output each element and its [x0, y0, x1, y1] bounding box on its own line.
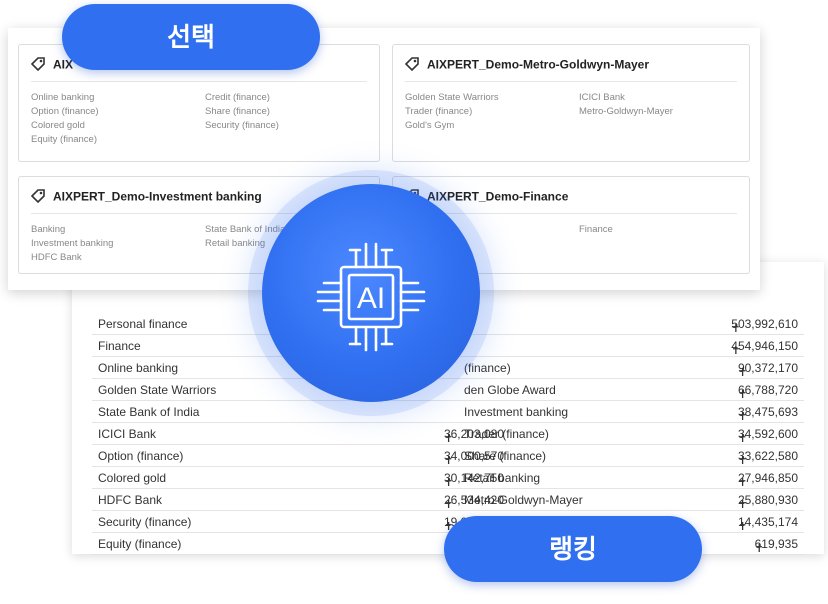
ranking-right-value-text: 454,946,150	[731, 339, 798, 353]
ranking-left-name: Finance	[98, 339, 141, 353]
ranking-row: HDFC Bank ✝ 26,534,420 Metro-Goldwyn-Mayer ✝…	[92, 488, 804, 511]
ranking-left-name-text: Online banking	[98, 361, 179, 375]
ranking-right-name: Metro-Goldwyn-Mayer	[464, 493, 583, 507]
ranking-right-value: ✝ 619,935	[755, 537, 798, 555]
select-pill[interactable]: 선택	[62, 4, 320, 70]
card-title: AIXPERT_Demo-Investment banking	[53, 189, 262, 204]
ranking-left-name: Equity (finance)	[98, 537, 181, 551]
ranking-right-name-text: Retail banking	[464, 471, 541, 485]
ranking-left-name-text: State Bank of India	[98, 405, 200, 419]
ranking-right-name: Investment banking	[464, 405, 568, 419]
card-item: ICICI Bank	[579, 92, 625, 103]
ranking-left-name: Colored gold	[98, 471, 166, 485]
card-title: AIXPERT_Demo-Metro-Goldwyn-Mayer	[427, 57, 650, 72]
card-item: Security (finance)	[205, 120, 279, 131]
ai-badge: AI	[262, 184, 480, 402]
ranking-right-value: ✝ 66,788,720	[738, 383, 798, 401]
card-item: Metro-Goldwyn-Mayer	[579, 106, 673, 117]
ranking-pill-label: 랭킹	[549, 534, 597, 564]
ranking-left-name: Golden State Warriors	[98, 383, 216, 397]
ranking-left-name-text: Option (finance)	[98, 449, 184, 463]
ranking-row: State Bank of India Investment banking ✝ 38…	[92, 400, 804, 423]
ai-chip-icon: AI	[316, 242, 426, 352]
ranking-right-name: Trader (finance)	[464, 427, 549, 441]
select-pill-label: 선택	[167, 22, 215, 52]
card-item: Colored gold	[31, 120, 85, 131]
person-icon: ✝	[754, 543, 764, 555]
card-item: Trader (finance)	[405, 106, 473, 117]
tag-icon	[30, 189, 45, 206]
ranking-left-name: Personal finance	[98, 317, 187, 331]
ranking-right-name-text: Investment banking	[464, 405, 569, 419]
ranking-right-value: ✝ 14,435,174	[738, 515, 798, 533]
ranking-left-name-text: HDFC Bank	[98, 493, 163, 507]
card-item: Online banking	[31, 92, 95, 103]
card-item: Investment banking	[31, 238, 114, 249]
ranking-pill[interactable]: 랭킹	[444, 516, 702, 582]
card-item: Option (finance)	[31, 106, 99, 117]
ranking-left-name-text: Colored gold	[98, 471, 167, 485]
ranking-right-name: Share (finance)	[464, 449, 546, 463]
topic-card[interactable]: AIXPERT_Demo-Metro-Goldwyn-Mayer Golden …	[392, 44, 750, 162]
ranking-left-name: Security (finance)	[98, 515, 191, 529]
card-item: Gold's Gym	[405, 120, 455, 131]
ranking-left-name: Option (finance)	[98, 449, 183, 463]
ranking-right-value: ✝ 503,992,610	[731, 317, 798, 335]
ranking-left-name: HDFC Bank	[98, 493, 162, 507]
tag-icon	[404, 57, 419, 74]
ranking-left-name-text: Equity (finance)	[98, 537, 182, 551]
card-item: Banking	[31, 224, 66, 235]
ranking-right-value: ✝ 33,622,580	[738, 449, 798, 467]
ranking-left-name-text: Golden State Warriors	[98, 383, 217, 397]
ranking-right-value: ✝ 90,372,170	[738, 361, 798, 379]
ranking-right-value: ✝ 454,946,150	[731, 339, 798, 357]
ranking-right-value: ✝ 25,880,930	[738, 493, 798, 511]
card-item: Equity (finance)	[31, 134, 98, 145]
ranking-left-name-text: Personal finance	[98, 317, 188, 331]
ranking-left-name: State Bank of India	[98, 405, 199, 419]
card-item: HDFC Bank	[31, 252, 82, 263]
card-item: Retail banking	[205, 238, 266, 249]
ranking-left-name-text: Finance	[98, 339, 141, 353]
ranking-right-name-text: Share (finance)	[464, 449, 547, 463]
ranking-left-name-text: Security (finance)	[98, 515, 192, 529]
ranking-left-name: Online banking	[98, 361, 178, 375]
ai-label: AI	[357, 282, 385, 315]
ranking-right-value: ✝ 27,946,850	[738, 471, 798, 489]
ranking-left-name: ICICI Bank	[98, 427, 156, 441]
ranking-right-value: ✝ 38,475,693	[738, 405, 798, 423]
ranking-right-value: ✝ 34,592,600	[738, 427, 798, 445]
ranking-row: Option (finance) ✝ 34,000,570 Share (financ…	[92, 444, 804, 467]
ranking-right-name-text: Metro-Goldwyn-Mayer	[464, 493, 583, 507]
ranking-right-name: Retail banking	[464, 471, 540, 485]
ranking-right-name-text: Trader (finance)	[464, 427, 549, 441]
tag-icon	[30, 57, 45, 74]
card-item: Credit (finance)	[205, 92, 270, 103]
ranking-row: Colored gold ✝ 30,142,750 Retail banking ✝ 27…	[92, 466, 804, 489]
card-item: Golden State Warriors	[405, 92, 499, 103]
ranking-right-value-text: 503,992,610	[731, 317, 798, 331]
card-item: Finance	[579, 224, 613, 235]
ranking-left-name-text: ICICI Bank	[98, 427, 157, 441]
card-item: Share (finance)	[205, 106, 270, 117]
ranking-row: ICICI Bank ✝ 36,203,080 Trader (finance) ✝ 34…	[92, 422, 804, 445]
